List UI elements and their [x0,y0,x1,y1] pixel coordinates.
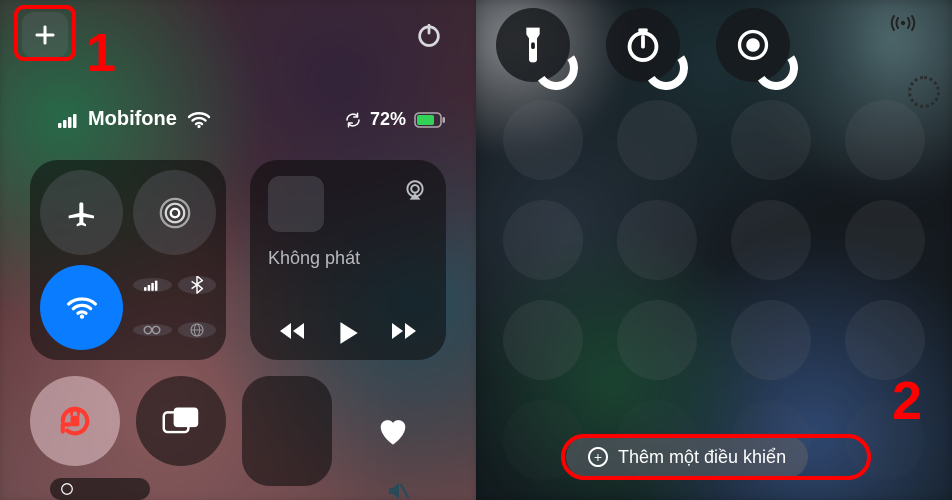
placeholder-slot[interactable] [503,300,583,380]
airdrop-toggle[interactable] [133,170,216,255]
plus-circle-icon: + [588,447,608,467]
control-center-edit: + Thêm một điều khiển 2 [476,0,952,500]
cellular-icon [144,278,160,292]
rewind-button[interactable] [277,320,307,346]
small-toggle-icon [60,482,74,496]
step-number-1: 1 [86,22,116,84]
screen-record-tool[interactable] [716,8,790,82]
carrier-label: Mobifone [88,108,177,131]
more-connectivity[interactable] [133,265,216,350]
control-center-main: 1 Mobifone 72% [0,0,476,500]
forward-button[interactable] [389,320,419,346]
placeholder-slot[interactable] [617,300,697,380]
bottom-module-peek[interactable] [50,478,150,500]
placeholder-slot[interactable] [845,200,925,280]
airplane-toggle[interactable] [40,170,123,255]
forward-icon [389,320,419,342]
placeholder-slot[interactable] [731,100,811,180]
flashlight-icon [518,25,548,65]
timer-icon [624,26,662,64]
airplane-icon [66,197,98,229]
hotspot-icon [143,324,161,336]
vpn-toggle[interactable] [178,322,217,338]
orientation-lock-button[interactable] [30,376,120,466]
media-module[interactable]: Không phát [250,160,446,360]
plus-icon [33,23,57,47]
power-icon [415,21,443,49]
wifi-icon [187,111,211,129]
top-tool-row [496,8,790,82]
screen-mirroring-icon [161,405,201,437]
battery-percent: 72% [370,109,406,130]
placeholder-slot[interactable] [503,200,583,280]
battery-icon [414,112,446,128]
record-icon [735,27,771,63]
step-number-2: 2 [892,370,922,432]
row-3 [30,376,446,486]
now-playing-label: Không phát [268,248,360,269]
placeholder-slot[interactable] [617,100,697,180]
placeholder-grid [496,100,932,480]
cellular-signal-icon [58,112,80,128]
wifi-icon [66,295,98,321]
placeholder-slot[interactable] [731,300,811,380]
airdrop-icon [158,196,192,230]
airplay-icon [402,178,428,204]
placeholder-slot[interactable] [731,200,811,280]
flashlight-tool[interactable] [496,8,570,82]
cellular-data-toggle[interactable] [133,278,172,292]
timer-tool[interactable] [606,8,680,82]
power-button[interactable] [412,18,446,52]
media-controls [250,320,446,346]
wifi-toggle[interactable] [40,265,123,350]
hotspot-status-icon [890,12,916,34]
vpn-icon [189,322,205,338]
orientation-lock-icon [54,400,96,442]
heart-icon [376,416,410,446]
add-control-top-button[interactable] [22,12,68,58]
rewind-icon [277,320,307,342]
add-control-label: Thêm một điều khiển [618,447,786,468]
airplay-button[interactable] [402,178,428,204]
connectivity-module[interactable] [30,160,226,360]
sync-icon [344,111,362,129]
mute-icon[interactable] [385,480,411,500]
brightness-slider[interactable] [242,376,332,486]
album-art-placeholder [268,176,324,232]
placeholder-slot[interactable] [617,200,697,280]
play-icon [337,320,359,346]
bluetooth-icon [190,276,204,294]
placeholder-slot[interactable] [845,300,925,380]
favorite-button[interactable] [348,376,438,486]
status-row: Mobifone 72% [58,108,446,131]
screen-mirroring-button[interactable] [136,376,226,466]
add-a-control-button[interactable]: + Thêm một điều khiển [566,436,808,478]
status-right: 72% [344,109,446,130]
placeholder-slot[interactable] [845,100,925,180]
hotspot-toggle[interactable] [133,324,172,336]
placeholder-slot[interactable] [503,100,583,180]
module-grid: Không phát [30,160,446,364]
play-button[interactable] [337,320,359,346]
bluetooth-toggle[interactable] [178,276,217,294]
